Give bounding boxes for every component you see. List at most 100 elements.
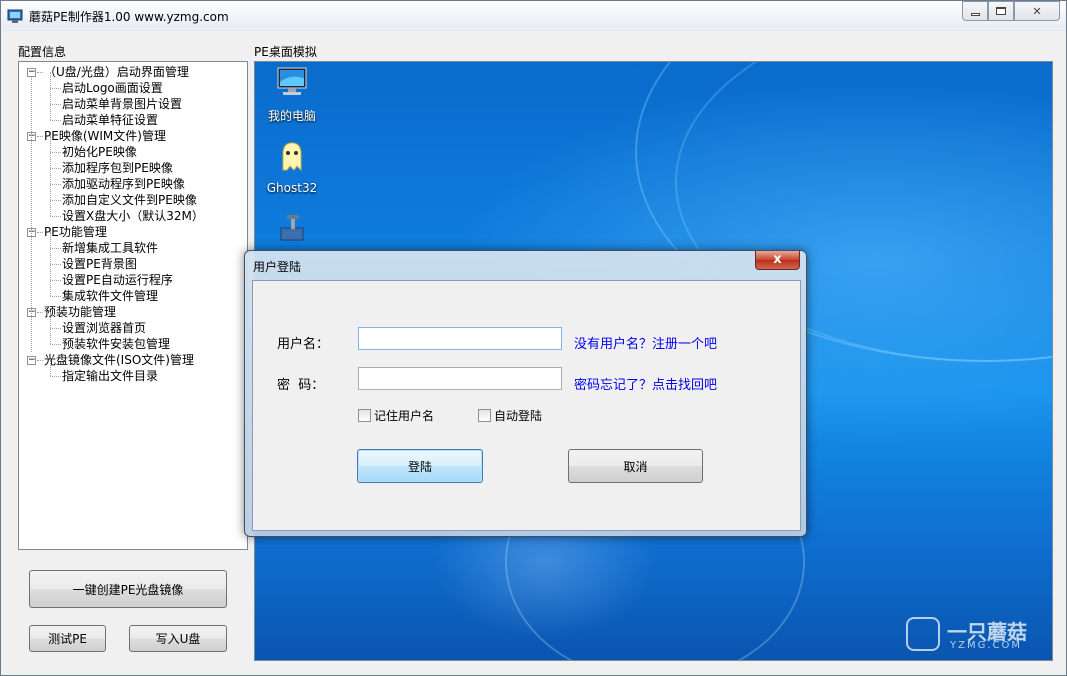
- cancel-button[interactable]: 取消: [568, 449, 703, 483]
- close-icon: ✕: [1032, 4, 1042, 18]
- tree-connector: [50, 152, 61, 153]
- write-usb-button[interactable]: 写入U盘: [129, 625, 227, 652]
- tree-collapse-icon[interactable]: −: [27, 356, 36, 365]
- tree-connector: [50, 328, 61, 329]
- tree-node-item[interactable]: 添加自定义文件到PE映像: [62, 192, 197, 208]
- tree-connector: [50, 136, 51, 152]
- tree-connector: [50, 88, 61, 89]
- tree-connector: [50, 312, 51, 328]
- tree-connector: [50, 104, 61, 105]
- tree-node-item[interactable]: 指定输出文件目录: [62, 368, 158, 384]
- desktop-icon-ghost32[interactable]: Ghost32: [257, 140, 327, 195]
- tree-node-item[interactable]: 集成软件文件管理: [62, 288, 158, 304]
- tree-connector: [50, 264, 61, 265]
- checkbox-box: [478, 409, 491, 422]
- login-button[interactable]: 登陆: [357, 449, 483, 483]
- tree-connector: [50, 104, 51, 120]
- tree-connector: [50, 200, 51, 216]
- username-input[interactable]: [358, 327, 562, 350]
- tree-node-group[interactable]: PE映像(WIM文件)管理: [44, 128, 166, 144]
- tools-icon: [280, 215, 304, 241]
- tree-connector: [50, 232, 51, 248]
- tree-connector: [50, 216, 61, 217]
- tree-connector: [50, 184, 61, 185]
- tree-node-item[interactable]: 设置浏览器首页: [62, 320, 146, 336]
- register-link[interactable]: 没有用户名？注册一个吧: [574, 333, 717, 352]
- app-icon: [7, 9, 23, 23]
- username-label: 用户名：: [277, 337, 330, 352]
- tree-connector: [50, 280, 51, 296]
- tree-connector: [50, 168, 61, 169]
- remember-username-label: 记住用户名: [374, 409, 435, 423]
- create-iso-button[interactable]: 一键创建PE光盘镜像: [29, 570, 227, 608]
- maximize-button[interactable]: [988, 1, 1014, 21]
- tree-connector: [50, 280, 61, 281]
- tree-connector: [50, 184, 51, 200]
- dialog-title: 用户登陆: [253, 260, 302, 274]
- close-icon: x: [773, 252, 782, 267]
- tree-node-item[interactable]: 设置X盘大小（默认32M）: [62, 208, 204, 224]
- tree-connector: [50, 168, 51, 184]
- tree-connector: [50, 152, 51, 168]
- tree-node-item[interactable]: 添加程序包到PE映像: [62, 160, 173, 176]
- tree-node-group[interactable]: 光盘镜像文件(ISO文件)管理: [44, 352, 194, 368]
- window-title: 蘑菇PE制作器1.00 www.yzmg.com: [29, 10, 229, 24]
- tree-connector: [50, 344, 61, 345]
- minimize-button[interactable]: [962, 1, 988, 21]
- auto-login-label: 自动登陆: [494, 409, 543, 423]
- computer-icon: [277, 67, 307, 95]
- tree-node-item[interactable]: 初始化PE映像: [62, 144, 137, 160]
- tree-connector: [50, 296, 61, 297]
- config-info-label: 配置信息: [18, 45, 67, 59]
- watermark-subtext: YZMG.COM: [950, 640, 1022, 651]
- tree-connector: [37, 136, 43, 137]
- tree-node-group[interactable]: 预装功能管理: [44, 304, 116, 320]
- tree-connector: [50, 248, 61, 249]
- tree-connector: [50, 264, 51, 280]
- desktop-icon-label: Ghost32: [266, 181, 318, 195]
- tree-connector: [50, 72, 51, 88]
- checkbox-box: [358, 409, 371, 422]
- tree-node-item[interactable]: 添加驱动程序到PE映像: [62, 176, 185, 192]
- forgot-password-link[interactable]: 密码忘记了？点击找回吧: [574, 374, 717, 393]
- tree-node-item[interactable]: 设置PE背景图: [62, 256, 137, 272]
- ghost-icon: [282, 142, 302, 172]
- tree-node-item[interactable]: 启动菜单背景图片设置: [62, 96, 182, 112]
- password-label: 密 码：: [277, 378, 325, 393]
- tree-node-group[interactable]: PE功能管理: [44, 224, 107, 240]
- watermark-logo-icon: [906, 617, 940, 651]
- dialog-close-button[interactable]: x: [755, 251, 800, 270]
- tree-node-item[interactable]: 新增集成工具软件: [62, 240, 158, 256]
- tree-connector: [50, 360, 51, 376]
- tree-connector: [37, 232, 43, 233]
- desktop-icon-tools[interactable]: [257, 212, 327, 253]
- tree-connector: [31, 76, 32, 352]
- tree-connector: [37, 72, 43, 73]
- tree-connector: [50, 88, 51, 104]
- maximize-icon: [996, 7, 1006, 15]
- tree-connector: [50, 120, 61, 121]
- dialog-body: 用户名： 没有用户名？注册一个吧 密 码： 密码忘记了？点击找回吧 记住用户名 …: [252, 280, 801, 531]
- tree-node-item[interactable]: 预装软件安装包管理: [62, 336, 170, 352]
- auto-login-checkbox[interactable]: 自动登陆: [478, 407, 542, 424]
- tree-node-item[interactable]: 设置PE自动运行程序: [62, 272, 173, 288]
- tree-connector: [37, 360, 43, 361]
- tree-connector: [50, 376, 61, 377]
- close-button[interactable]: ✕: [1014, 1, 1060, 21]
- config-tree[interactable]: − （U盘/光盘）启动界面管理 启动Logo画面设置 启动菜单背景图片设置 启动菜单特征…: [18, 61, 248, 550]
- remember-username-checkbox[interactable]: 记住用户名: [358, 407, 434, 424]
- desktop-icon-my-computer[interactable]: 我的电脑: [257, 66, 327, 124]
- tree-connector: [50, 328, 51, 344]
- title-bar: 蘑菇PE制作器1.00 www.yzmg.com ✕: [1, 1, 1066, 31]
- tree-node-item[interactable]: 启动菜单特征设置: [62, 112, 158, 128]
- password-input[interactable]: [358, 367, 562, 390]
- tree-connector: [50, 248, 51, 264]
- tree-node-item[interactable]: 启动Logo画面设置: [62, 80, 163, 96]
- test-pe-button[interactable]: 测试PE: [29, 625, 106, 652]
- minimize-icon: [970, 12, 980, 16]
- tree-connector: [37, 312, 43, 313]
- desktop-icon-label: 我的电脑: [267, 109, 316, 123]
- tree-node-group[interactable]: （U盘/光盘）启动界面管理: [44, 64, 189, 80]
- desktop-preview-label: PE桌面模拟: [254, 45, 317, 59]
- app-window: 蘑菇PE制作器1.00 www.yzmg.com ✕ 配置信息 − （U盘/光盘）…: [0, 0, 1067, 676]
